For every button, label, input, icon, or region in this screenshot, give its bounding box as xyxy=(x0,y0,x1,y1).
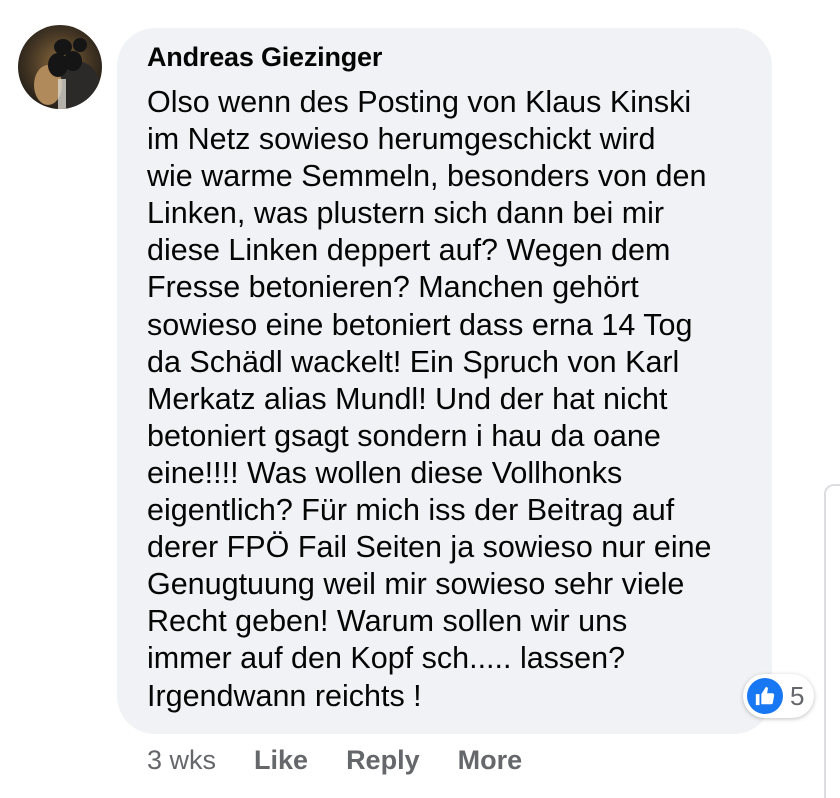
more-button[interactable]: More xyxy=(458,745,523,776)
avatar-image xyxy=(18,25,102,109)
comment-line: Merkatz alias Mundl! Und der hat nicht xyxy=(147,381,668,416)
like-button[interactable]: Like xyxy=(254,745,308,776)
comment-line: Olso wenn des Posting von Klaus Kinski xyxy=(147,85,692,119)
avatar[interactable] xyxy=(18,25,102,109)
comment-line: derer FPÖ Fail Seiten ja sowieso nur ein… xyxy=(147,530,712,565)
comment-text: Olso wenn des Posting von Klaus Kinski i… xyxy=(147,84,757,715)
comment-view: Andreas Giezinger Olso wenn des Posting … xyxy=(0,0,840,798)
comment-line: betoniert gsagt sondern i hau da oane xyxy=(147,418,661,453)
comment-line: Genugtuung weil mir sowieso sehr viele xyxy=(147,567,685,602)
comment-line: eine!!!! Was wollen diese Vollhonks xyxy=(147,455,623,490)
thumbs-up-icon xyxy=(747,678,783,714)
comment-line: immer auf den Kopf sch..... lassen? xyxy=(147,641,626,676)
comment-line: Irgendwann reichts ! xyxy=(147,678,422,713)
comment-line: da Schädl wackelt! Ein Spruch von Karl xyxy=(147,344,680,379)
reply-button[interactable]: Reply xyxy=(346,745,420,776)
comment-line: im Netz sowieso herumgeschickt wird xyxy=(147,122,656,157)
comment-line: Fresse betonieren? Manchen gehört xyxy=(147,270,639,305)
comment-line: wie warme Semmeln, besonders von den xyxy=(147,159,707,194)
comment-line: Recht geben! Warum sollen wir uns xyxy=(147,604,628,639)
timestamp[interactable]: 3 wks xyxy=(147,745,216,776)
reply-thread-line xyxy=(824,484,840,798)
reaction-count: 5 xyxy=(790,680,805,711)
comment-line: Linken, was plustern sich dann bei mir xyxy=(147,196,665,231)
comment-line: diese Linken deppert auf? Wegen dem xyxy=(147,233,671,268)
comment-line: sowieso eine betoniert dass erna 14 Tog xyxy=(147,307,693,342)
comment-actions: 3 wks Like Reply More xyxy=(147,742,560,778)
comment-line: eigentlich? Für mich iss der Beitrag auf xyxy=(147,493,675,528)
author-name[interactable]: Andreas Giezinger xyxy=(147,42,382,73)
reaction-summary[interactable]: 5 xyxy=(743,674,815,718)
